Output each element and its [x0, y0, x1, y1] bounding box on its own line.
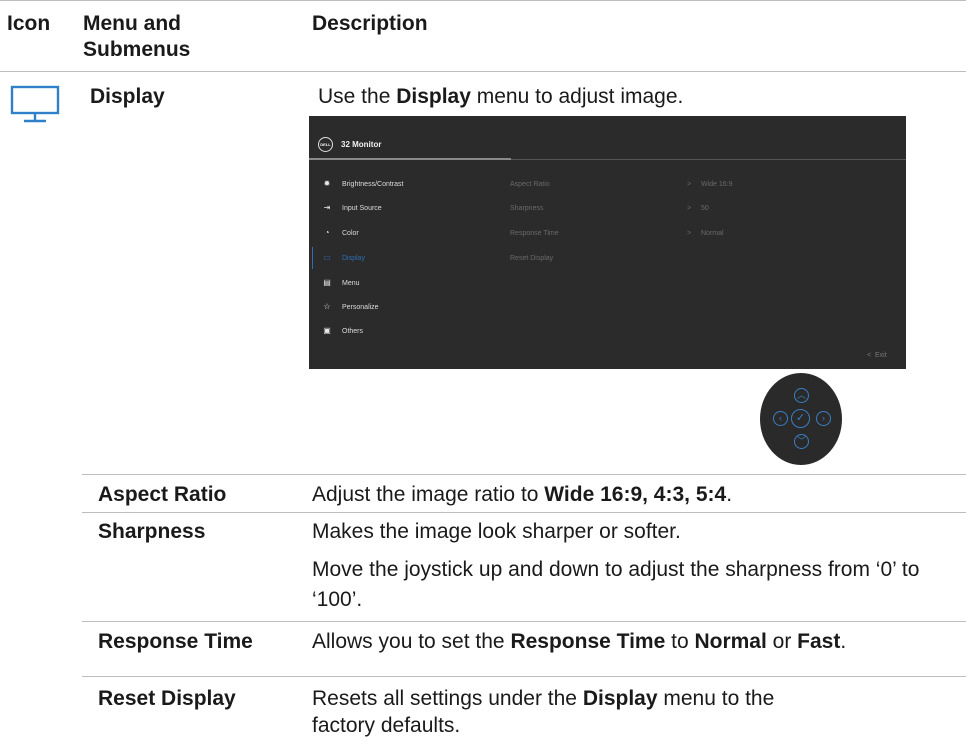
- check-icon[interactable]: ✓: [791, 409, 810, 428]
- row-rule: [82, 512, 966, 513]
- display-label: Display: [90, 85, 165, 108]
- osd-active-indicator: [312, 247, 313, 269]
- menu-icon: ▤: [323, 278, 331, 287]
- osd-menu-personalize[interactable]: ☆ Personalize: [321, 301, 378, 313]
- input-source-icon: ⇥: [323, 203, 331, 212]
- osd-title: 32 Monitor: [341, 140, 382, 149]
- star-icon: ☆: [323, 302, 331, 311]
- osd-menu-input-source[interactable]: ⇥ Input Source: [321, 202, 382, 214]
- osd-sub-response-time[interactable]: Response Time: [510, 230, 559, 237]
- dell-logo: DELL: [318, 137, 333, 152]
- brightness-icon: ✹: [323, 179, 331, 188]
- right-arrow-icon[interactable]: ›: [816, 411, 831, 426]
- header-menu-line2: Submenus: [83, 38, 191, 61]
- aspect-ratio-description: Adjust the image ratio to Wide 16:9, 4:3…: [312, 483, 733, 506]
- header-menu-line1: Menu and: [83, 12, 181, 35]
- osd-menu-menu[interactable]: ▤ Menu: [321, 277, 359, 289]
- reset-display-description: Resets all settings under the Display me…: [312, 687, 775, 737]
- chevron-right-icon: >: [687, 230, 692, 237]
- osd-val-sharpness: 50: [701, 205, 709, 212]
- osd-menu-display[interactable]: ▭ Display: [321, 252, 365, 264]
- sharpness-description-1: Makes the image look sharper or softer.: [312, 520, 681, 543]
- chevron-right-icon: >: [687, 181, 692, 188]
- osd-menu-brightness-contrast[interactable]: ✹ Brightness/Contrast: [321, 178, 404, 190]
- row-rule: [82, 676, 966, 677]
- sharpness-description-2: Move the joystick up and down to adjust …: [312, 558, 920, 611]
- osd-divider-active: [309, 158, 511, 160]
- osd-exit-button[interactable]: < Exit: [867, 352, 887, 359]
- header-icon: Icon: [7, 12, 51, 35]
- osd-val-aspect-ratio: Wide 16:9: [701, 181, 733, 188]
- row-rule: [82, 474, 966, 475]
- osd-menu-others[interactable]: ▣ Others: [321, 325, 363, 337]
- osd-menu-color[interactable]: ◔ Color: [321, 227, 359, 239]
- header-rule: [0, 71, 966, 72]
- osd-sub-aspect-ratio[interactable]: Aspect Ratio: [510, 181, 550, 188]
- sharpness-label: Sharpness: [98, 520, 206, 543]
- response-time-description: Allows you to set the Response Time to N…: [312, 630, 847, 653]
- monitor-icon: [10, 84, 62, 124]
- display-description: Use the Display menu to adjust image.: [318, 85, 684, 108]
- header-description: Description: [312, 12, 428, 35]
- reset-display-label: Reset Display: [98, 687, 236, 710]
- osd-val-response-time: Normal: [701, 230, 724, 237]
- response-time-label: Response Time: [98, 630, 253, 653]
- joystick: ︿ ﹀ ‹ › ✓: [760, 373, 842, 465]
- osd-screen: DELL 32 Monitor ✹ Brightness/Contrast ⇥ In…: [309, 116, 906, 369]
- up-arrow-icon[interactable]: ︿: [794, 388, 809, 403]
- osd-sub-sharpness[interactable]: Sharpness: [510, 205, 543, 212]
- left-arrow-icon[interactable]: ‹: [773, 411, 788, 426]
- display-icon: ▭: [323, 253, 331, 262]
- chevron-left-icon: <: [867, 352, 872, 359]
- chevron-right-icon: >: [687, 205, 692, 212]
- row-rule: [82, 621, 966, 622]
- others-icon: ▣: [323, 326, 331, 335]
- osd-sub-reset-display[interactable]: Reset Display: [510, 255, 553, 262]
- color-icon: ◔: [324, 228, 330, 237]
- top-rule: [0, 0, 966, 1]
- down-arrow-icon[interactable]: ﹀: [794, 434, 809, 449]
- aspect-ratio-label: Aspect Ratio: [98, 483, 227, 506]
